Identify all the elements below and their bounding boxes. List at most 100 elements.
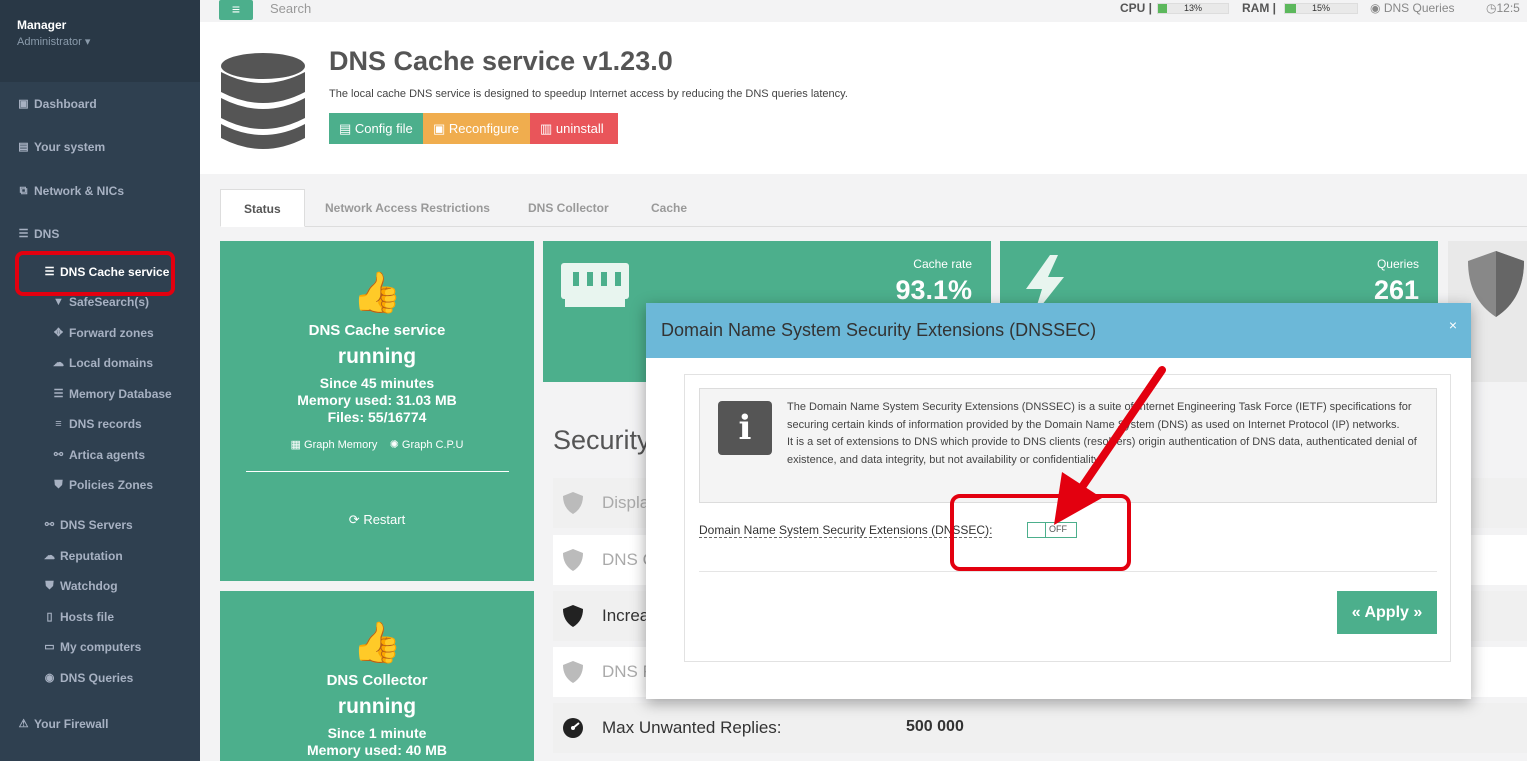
dnssec-field-label: Domain Name System Security Extensions (… xyxy=(699,523,993,538)
cache-rate-value: 93.1% xyxy=(895,275,972,305)
sidebar-item-your-system[interactable]: ▤ Your system xyxy=(0,140,200,154)
sidebar: Manager Administrator ▾ ▣ Dashboard ▤ Your… xyxy=(0,0,200,761)
service-card-files: Files: 55/16774 xyxy=(327,409,427,425)
modal-title: Domain Name System Security Extensions (… xyxy=(661,320,1097,340)
shield-icon xyxy=(563,492,583,514)
sidebar-item-memory-database[interactable]: ☰ Memory Database xyxy=(0,387,200,401)
trash-icon: ▥ xyxy=(540,121,553,136)
shield-icon xyxy=(1468,251,1524,317)
card-divider xyxy=(245,471,509,472)
dns-collector-card: 👍 DNS Collector running Since 1 minute M… xyxy=(220,591,534,761)
apply-button[interactable]: « Apply » xyxy=(1337,591,1437,634)
list-icon: ≡ xyxy=(55,418,62,430)
clock: ◷12:5 xyxy=(1486,1,1520,15)
menu-toggle-button[interactable]: ≡ xyxy=(219,0,253,20)
dashboard-icon: ▣ xyxy=(18,98,29,110)
shield-icon xyxy=(563,661,583,683)
close-icon[interactable]: × xyxy=(1449,317,1457,333)
sidebar-item-artica-agents[interactable]: ⚯ Artica agents xyxy=(0,448,200,462)
database-icon xyxy=(221,53,305,149)
reconfigure-button[interactable]: ▣ Reconfigure xyxy=(423,113,530,144)
modal-divider xyxy=(699,571,1437,572)
graph-memory-link[interactable]: ▦ Graph Memory xyxy=(291,439,378,451)
service-card-status: running xyxy=(337,345,417,368)
tachometer-icon xyxy=(563,718,583,738)
sidebar-item-dashboard[interactable]: ▣ Dashboard xyxy=(0,97,200,111)
info-icon: i xyxy=(718,401,772,455)
red-arrow-annotation xyxy=(1054,366,1166,525)
cpu-icon: ✺ xyxy=(389,439,399,451)
service-card-graph-links: ▦ Graph Memory ✺ Graph C.P.U xyxy=(220,438,534,451)
sidebar-item-dns-queries[interactable]: ◉ DNS Queries xyxy=(0,671,200,685)
sitemap-icon: ⧉ xyxy=(19,185,28,197)
sidebar-item-local-domains[interactable]: ☁ Local domains xyxy=(0,356,200,370)
shield-icon: ⛊ xyxy=(54,479,63,491)
tab-status[interactable]: Status xyxy=(220,189,305,227)
ram-value: 15% xyxy=(1311,3,1330,13)
graph-cpu-link[interactable]: ✺ Graph C.P.U xyxy=(390,439,464,451)
shield-icon: ⛊ xyxy=(45,580,54,592)
sidebar-highlight-annotation xyxy=(15,251,175,296)
max-unwanted-replies-value: 500 000 xyxy=(906,718,964,735)
file-code-icon: ▤ xyxy=(339,121,352,136)
cloud-icon: ☁ xyxy=(53,357,64,369)
clock-icon: ◷ xyxy=(1486,1,1497,15)
modal-header: Domain Name System Security Extensions (… xyxy=(646,303,1471,358)
sidebar-item-safesearch[interactable]: ▼ SafeSearch(s) xyxy=(0,295,200,309)
service-card-memory: Memory used: 31.03 MB xyxy=(297,392,457,408)
collector-card-status: running xyxy=(337,695,417,718)
collector-card-memory: Memory used: 40 MB xyxy=(306,742,448,758)
ram-bar: 15% xyxy=(1284,3,1358,14)
profile-name: Manager xyxy=(17,18,67,32)
thumbs-up-icon: 👍 xyxy=(352,621,402,665)
ram-label: RAM | xyxy=(1242,1,1277,15)
tab-dns-collector[interactable]: DNS Collector xyxy=(505,189,632,227)
search-input[interactable]: Search xyxy=(270,1,311,16)
topbar: ≡ Search CPU | 13% RAM | 15% ◉ DNS Queri… xyxy=(200,0,1527,22)
cpu-value: 13% xyxy=(1183,3,1202,13)
desktop-icon: ▭ xyxy=(44,641,55,653)
profile-role[interactable]: Administrator ▾ xyxy=(17,35,183,48)
security-row-max-unwanted-replies: Max Unwanted Replies: 500 000 xyxy=(553,703,1527,753)
sidebar-item-dns-servers[interactable]: ⚯ DNS Servers xyxy=(0,518,200,532)
page-description: The local cache DNS service is designed … xyxy=(329,88,848,100)
filter-icon: ▼ xyxy=(53,296,64,308)
database-icon: ☰ xyxy=(18,228,29,240)
config-file-button[interactable]: ▤ Config file xyxy=(329,113,423,144)
tab-cache[interactable]: Cache xyxy=(628,189,710,227)
sidebar-item-my-computers[interactable]: ▭ My computers xyxy=(0,640,200,654)
restart-button[interactable]: ⟳ Restart xyxy=(220,512,534,528)
tab-network-access-restrictions[interactable]: Network Access Restrictions xyxy=(302,189,513,227)
service-card-since: Since 45 minutes xyxy=(319,375,435,391)
sidebar-item-hosts-file[interactable]: ▯ Hosts file xyxy=(0,610,200,624)
collector-card-since: Since 1 minute xyxy=(327,725,427,741)
sidebar-item-forward-zones[interactable]: ✥ Forward zones xyxy=(0,326,200,340)
firewall-icon: ⚠ xyxy=(18,718,29,730)
eye-icon: ◉ xyxy=(44,672,55,684)
queries-value: 261 xyxy=(1373,275,1419,305)
sidebar-item-your-firewall[interactable]: ⚠ Your Firewall xyxy=(0,717,200,731)
sidebar-item-policies-zones[interactable]: ⛊ Policies Zones xyxy=(0,478,200,492)
sidebar-item-watchdog[interactable]: ⛊ Watchdog xyxy=(0,579,200,593)
dns-queries-link[interactable]: ◉ DNS Queries xyxy=(1370,1,1455,15)
shield-icon xyxy=(563,605,583,627)
sidebar-item-dns-records[interactable]: ≡ DNS records xyxy=(0,417,200,431)
security-section-title: Security xyxy=(553,425,651,455)
collector-card-title: DNS Collector xyxy=(326,672,428,689)
service-header: DNS Cache service v1.23.0 The local cach… xyxy=(200,22,1527,174)
sidebar-item-network[interactable]: ⧉ Network & NICs xyxy=(0,184,200,198)
refresh-icon: ⟳ xyxy=(348,512,360,527)
sidebar-item-dns[interactable]: ☰ DNS xyxy=(0,227,200,241)
dns-cache-service-card: 👍 DNS Cache service running Since 45 min… xyxy=(220,241,534,581)
sidebar-item-reputation[interactable]: ☁ Reputation xyxy=(0,549,200,563)
eye-icon: ◉ xyxy=(1370,1,1381,15)
database-icon: ☰ xyxy=(53,388,64,400)
uninstall-button[interactable]: ▥ uninstall xyxy=(530,113,618,144)
service-card-title: DNS Cache service xyxy=(308,322,446,339)
save-icon: ▣ xyxy=(433,121,446,136)
page-title: DNS Cache service v1.23.0 xyxy=(329,46,673,76)
profile[interactable]: Manager Administrator ▾ xyxy=(0,0,200,82)
thumbs-up-icon: 👍 xyxy=(352,271,402,315)
cloud-icon: ☁ xyxy=(44,550,55,562)
shield-icon xyxy=(563,549,583,571)
